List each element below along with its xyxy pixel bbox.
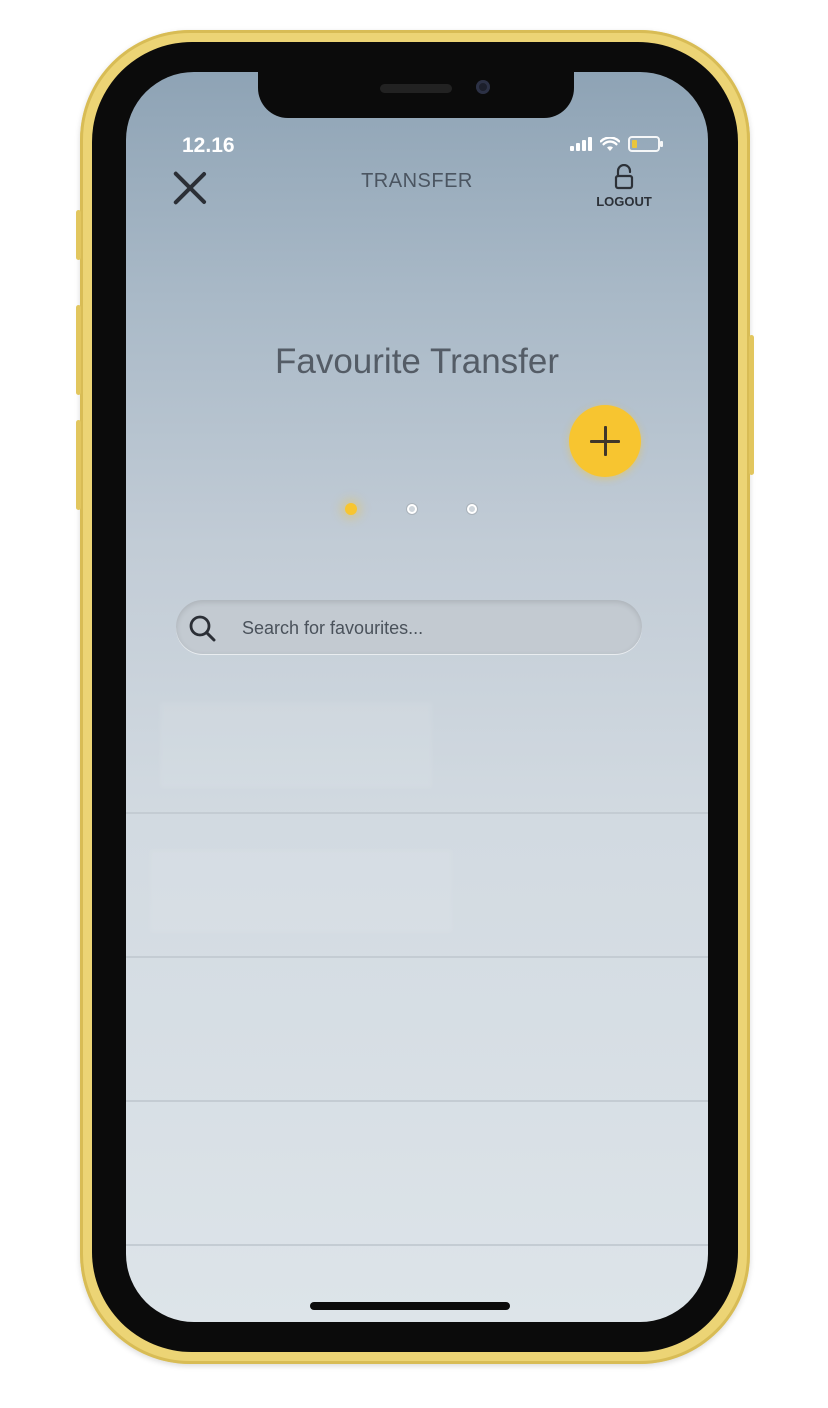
page-dot-3[interactable] [467, 504, 477, 514]
logout-label: LOGOUT [596, 194, 652, 209]
mute-switch [76, 210, 81, 260]
list-item[interactable] [126, 1100, 708, 1102]
cellular-signal-icon [570, 137, 592, 151]
add-favourite-button[interactable] [569, 405, 641, 477]
list-item-placeholder [150, 850, 452, 932]
notch [258, 72, 574, 118]
wifi-icon [600, 136, 620, 151]
front-camera [476, 80, 490, 94]
list-item[interactable] [126, 1244, 708, 1246]
home-indicator[interactable] [310, 1302, 510, 1310]
page-heading: Favourite Transfer [275, 342, 559, 381]
search-icon [189, 615, 216, 642]
search-bar[interactable] [176, 600, 642, 656]
status-icons [570, 136, 663, 152]
volume-down-button [76, 420, 81, 510]
power-button [749, 335, 754, 475]
battery-level-fill [632, 140, 637, 148]
unlock-icon [614, 164, 634, 190]
volume-up-button [76, 305, 81, 395]
battery-low-icon [628, 136, 663, 152]
list-item-placeholder [160, 702, 432, 788]
status-time: 12.16 [182, 134, 235, 157]
search-input[interactable] [240, 600, 624, 656]
list-item[interactable] [126, 812, 708, 814]
list-item[interactable] [126, 956, 708, 958]
page-dot-2[interactable] [407, 504, 417, 514]
page-dot-1[interactable] [345, 503, 357, 515]
logout-button[interactable]: LOGOUT [592, 164, 656, 209]
speaker-grill [380, 84, 452, 93]
app-screen: 12.16 TRANSFER LOGOUT Favourite Transfer [126, 72, 708, 1322]
